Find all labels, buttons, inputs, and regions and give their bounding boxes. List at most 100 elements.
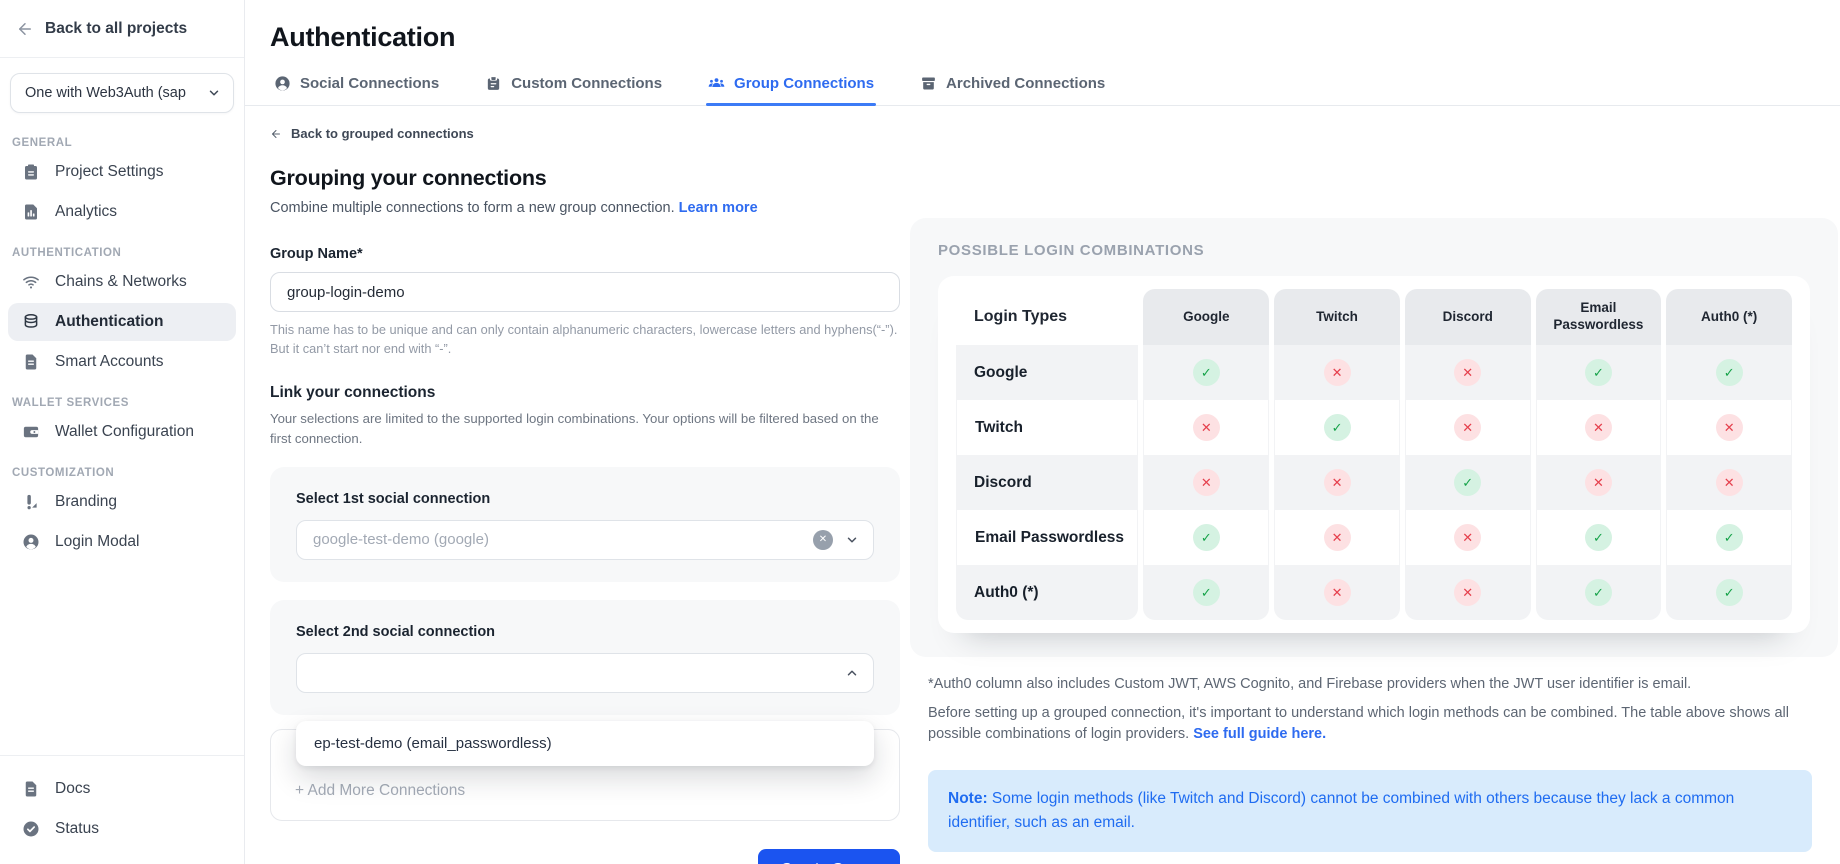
- back-to-grouped-link[interactable]: Back to grouped connections: [270, 126, 900, 141]
- section-label-customization: CUSTOMIZATION: [0, 467, 244, 479]
- section-label-general: GENERAL: [0, 137, 244, 149]
- table-cell: ✕: [1536, 455, 1662, 510]
- table-cell: ✕: [1274, 345, 1400, 400]
- back-to-grouped-label: Back to grouped connections: [291, 126, 474, 141]
- sidebar-item-analytics[interactable]: Analytics: [8, 193, 236, 231]
- sidebar-item-label: Authentication: [55, 313, 164, 331]
- back-arrow-icon: [16, 20, 34, 38]
- combinations-table: Login TypesGoogleTwitchDiscordEmail Pass…: [951, 289, 1797, 620]
- sidebar-item-label: Status: [55, 820, 99, 838]
- cross-icon: ✕: [1585, 414, 1612, 441]
- table-cell: ✓: [1143, 345, 1269, 400]
- table-row-google: Google✓✕✕✓✓: [956, 345, 1792, 400]
- check-icon: ✓: [1716, 579, 1743, 606]
- second-connection-select[interactable]: [296, 653, 874, 693]
- group-name-helper: This name has to be unique and can only …: [270, 320, 900, 358]
- sidebar-item-status[interactable]: Status: [8, 810, 236, 848]
- tab-label: Group Connections: [734, 75, 874, 92]
- social-connections-icon: [274, 75, 291, 92]
- first-connection-select[interactable]: google-test-demo (google) ✕: [296, 520, 874, 560]
- table-cell: ✓: [1143, 565, 1269, 620]
- sidebar-item-label: Wallet Configuration: [55, 423, 194, 441]
- combinations-notes: *Auth0 column also includes Custom JWT, …: [928, 676, 1812, 852]
- table-cell: ✕: [1405, 510, 1531, 565]
- table-column-header-google: Google: [1143, 289, 1269, 345]
- add-more-label: + Add More Connections: [295, 782, 465, 800]
- group-name-input[interactable]: [270, 272, 900, 312]
- sidebar-item-wallet-configuration[interactable]: Wallet Configuration: [8, 413, 236, 451]
- table-cell: ✕: [1274, 565, 1400, 620]
- table-cell: ✓: [1666, 565, 1792, 620]
- table-row-discord: Discord✕✕✓✕✕: [956, 455, 1792, 510]
- group-name-label: Group Name*: [270, 246, 900, 262]
- cross-icon: ✕: [1193, 414, 1220, 441]
- table-cell: ✓: [1666, 510, 1792, 565]
- tab-bar: Social Connections Custom Connections Grou…: [245, 73, 1840, 106]
- first-connection-card: Select 1st social connection google-test…: [270, 467, 900, 582]
- sidebar: Back to all projects One with Web3Auth (…: [0, 0, 245, 864]
- full-guide-link[interactable]: See full guide here.: [1193, 726, 1326, 742]
- sidebar-item-label: Docs: [55, 780, 90, 798]
- content: Back to grouped connections Grouping you…: [245, 106, 1840, 864]
- tab-custom-connections[interactable]: Custom Connections: [483, 73, 664, 105]
- combinations-title: POSSIBLE LOGIN COMBINATIONS: [938, 242, 1810, 259]
- sidebar-item-docs[interactable]: Docs: [8, 770, 236, 808]
- sidebar-item-project-settings[interactable]: Project Settings: [8, 153, 236, 191]
- sidebar-item-smart-accounts[interactable]: Smart Accounts: [8, 343, 236, 381]
- sidebar-nav: GENERALProject SettingsAnalyticsAUTHENTI…: [0, 121, 244, 563]
- dropdown-option-ep-test-demo[interactable]: ep-test-demo (email_passwordless): [296, 721, 874, 766]
- analytics-icon: [22, 203, 40, 221]
- docs-icon: [22, 780, 40, 798]
- sidebar-item-authentication[interactable]: Authentication: [8, 303, 236, 341]
- archived-connections-icon: [920, 75, 937, 92]
- table-cell: ✓: [1143, 510, 1269, 565]
- cross-icon: ✕: [1324, 579, 1351, 606]
- back-to-projects-link[interactable]: Back to all projects: [0, 0, 244, 57]
- combinations-table-card: Login TypesGoogleTwitchDiscordEmail Pass…: [938, 276, 1810, 633]
- back-to-projects-label: Back to all projects: [45, 20, 187, 38]
- combinations-panel: POSSIBLE LOGIN COMBINATIONS Login TypesG…: [910, 218, 1838, 657]
- table-row-label: Google: [956, 345, 1138, 400]
- table-row-email-passwordless: Email Passwordless ✓ ✕✕ ✓ ✓: [956, 510, 1792, 565]
- check-icon: ✓: [1585, 524, 1612, 551]
- sidebar-item-branding[interactable]: Branding: [8, 483, 236, 521]
- first-connection-value: google-test-demo (google): [313, 531, 489, 548]
- authentication-icon: [22, 313, 40, 331]
- sidebar-spacer: [0, 563, 244, 755]
- status-icon: [22, 820, 40, 838]
- table-cell: ✕: [1274, 510, 1400, 565]
- smart-accounts-icon: [22, 353, 40, 371]
- link-connections-title: Link your connections: [270, 384, 900, 402]
- tab-label: Custom Connections: [511, 75, 662, 92]
- table-cell: ✕: [1274, 455, 1400, 510]
- table-cell: ✓: [1536, 345, 1662, 400]
- clear-selection-icon[interactable]: ✕: [813, 530, 833, 550]
- tab-archived-connections[interactable]: Archived Connections: [918, 73, 1107, 105]
- form-heading: Grouping your connections: [270, 166, 900, 191]
- learn-more-link[interactable]: Learn more: [679, 200, 758, 216]
- check-icon: ✓: [1193, 524, 1220, 551]
- create-group-button[interactable]: Create Group: [758, 849, 900, 864]
- sidebar-item-login-modal[interactable]: Login Modal: [8, 523, 236, 561]
- combinations-description-text: Before setting up a grouped connection, …: [928, 705, 1789, 742]
- table-cell: ✓: [1274, 400, 1400, 455]
- project-selector-value: One with Web3Auth (sap: [25, 85, 201, 101]
- app-root: Back to all projects One with Web3Auth (…: [0, 0, 1840, 864]
- check-icon: ✓: [1716, 359, 1743, 386]
- table-row-label: Email Passwordless: [956, 510, 1138, 565]
- table-cell: ✕: [1405, 345, 1531, 400]
- table-cell: ✓: [1666, 345, 1792, 400]
- tab-social-connections[interactable]: Social Connections: [272, 73, 441, 105]
- sidebar-item-chains-networks[interactable]: Chains & Networks: [8, 263, 236, 301]
- note-box: Note: Some login methods (like Twitch an…: [928, 770, 1812, 852]
- project-selector[interactable]: One with Web3Auth (sap: [10, 73, 234, 113]
- cross-icon: ✕: [1454, 414, 1481, 441]
- table-row-twitch: Twitch✕✓✕✕✕: [956, 400, 1792, 455]
- tab-group-connections[interactable]: Group Connections: [706, 73, 876, 105]
- table-column-header-twitch: Twitch: [1274, 289, 1400, 345]
- chevron-down-icon: [845, 533, 859, 547]
- check-icon: ✓: [1454, 469, 1481, 496]
- cross-icon: ✕: [1324, 469, 1351, 496]
- table-cell: ✕: [1666, 400, 1792, 455]
- sidebar-footer: Docs Status: [0, 756, 244, 864]
